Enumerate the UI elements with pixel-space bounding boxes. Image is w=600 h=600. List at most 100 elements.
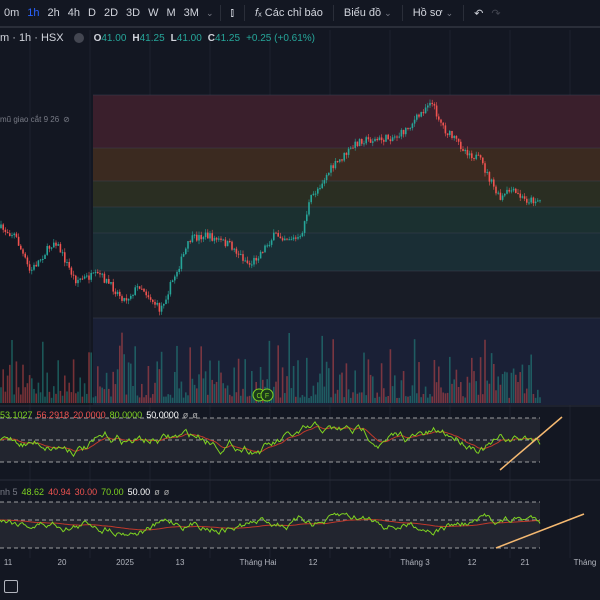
candle-body [420, 112, 422, 117]
candle-body [277, 232, 279, 237]
chart-menu-button[interactable]: Biểu đồ ⌄ [340, 7, 396, 19]
candle-body [449, 130, 451, 136]
volume-bar [488, 383, 491, 403]
volume-bar [521, 364, 524, 403]
volume-bar [539, 397, 541, 403]
candle-body [413, 119, 416, 124]
volume-bar [376, 392, 378, 403]
profile-menu-button[interactable]: Hồ sơ ⌄ [409, 7, 457, 19]
symbol-title[interactable]: m · 1h · HSX [0, 32, 64, 44]
candle-body [391, 137, 394, 142]
interval-4h[interactable]: 4h [64, 7, 84, 19]
undo-icon[interactable]: ↶ [470, 7, 487, 20]
eye-hidden-icon[interactable]: ⊘ [63, 115, 70, 124]
volume-bar [446, 392, 449, 403]
chevron-down-icon[interactable]: ⌄ [206, 8, 214, 19]
candle-body [174, 276, 176, 281]
volume-bar [119, 345, 121, 403]
volume-bar [202, 378, 205, 403]
volume-bar [490, 353, 493, 403]
candle-body [440, 119, 442, 123]
volume-bar [165, 396, 167, 403]
volume-bar [367, 359, 370, 403]
interval-M[interactable]: M [163, 7, 180, 19]
candle-body [455, 135, 458, 139]
volume-bar [435, 382, 438, 403]
candle-body [442, 122, 444, 126]
indicators-button[interactable]: fₓ Các chỉ báo [251, 7, 327, 19]
volume-bar [407, 396, 409, 403]
candle-body [240, 254, 242, 256]
time-axis-label: Tháng [573, 558, 597, 567]
volume-bar [147, 365, 150, 403]
candle-body [389, 139, 392, 142]
volume-bar [26, 383, 29, 403]
candle-body [383, 140, 385, 142]
volume-bar [229, 394, 231, 403]
candle-body [330, 165, 332, 173]
candle-body [90, 272, 92, 280]
candle-body [398, 136, 400, 138]
candle-body [482, 157, 484, 164]
candle-body [372, 141, 374, 143]
candle-body [244, 260, 246, 262]
volume-bar [68, 382, 70, 403]
symbol-legend: m · 1h · HSX O41.00 H41.25 L41.00 C41.25… [0, 32, 315, 44]
candle-body [290, 239, 293, 241]
candle-body [508, 189, 510, 192]
candle-body [79, 278, 81, 280]
candle-body [2, 224, 4, 230]
redo-icon[interactable]: ↷ [487, 7, 504, 20]
volume-bar [462, 396, 464, 403]
volume-bar [196, 388, 198, 403]
candle-body [424, 107, 427, 114]
candle-body [193, 234, 196, 236]
volume-bar [325, 361, 328, 403]
volume-bar [466, 376, 469, 403]
volume-bar [526, 388, 528, 403]
candle-body [534, 201, 537, 204]
volume-bar [460, 382, 462, 403]
time-axis-label: 12 [308, 558, 318, 567]
candle-body [341, 159, 343, 161]
go-to-date-icon[interactable] [4, 580, 18, 593]
volume-bar [519, 372, 521, 403]
volume-bar [424, 386, 427, 403]
time-axis-label: 21 [520, 558, 530, 567]
candle-body [292, 237, 295, 240]
time-axis: 11 20 2025 13 Tháng Hai 12 Tháng 3 12 21 Tháng [0, 558, 600, 574]
interval-D[interactable]: D [84, 7, 100, 19]
candle-body [317, 188, 319, 194]
volume-bar [385, 396, 387, 403]
candle-body [354, 141, 356, 148]
candle-body [136, 286, 139, 288]
volume-bar [504, 371, 506, 403]
fib-band [93, 181, 600, 207]
candle-type-icon[interactable]: ⫾ [227, 7, 239, 20]
volume-bar [277, 345, 279, 403]
volume-bar [464, 397, 466, 403]
interval-2D[interactable]: 2D [100, 7, 122, 19]
candle-body [350, 147, 352, 149]
candle-body [189, 241, 191, 243]
volume-bar [101, 387, 103, 403]
collapse-icon[interactable] [73, 33, 84, 43]
chart-canvas[interactable]: CF [0, 30, 600, 558]
candle-body [328, 172, 330, 175]
volume-bar [156, 361, 158, 403]
candle-body [160, 305, 163, 312]
candle-body [121, 296, 123, 301]
interval-W[interactable]: W [144, 7, 162, 19]
volume-bar [405, 396, 407, 403]
interval-3D[interactable]: 3D [122, 7, 144, 19]
interval-2h[interactable]: 2h [44, 7, 64, 19]
candle-body [495, 186, 497, 194]
interval-0m[interactable]: 0m [0, 7, 23, 19]
volume-bar [306, 357, 308, 403]
candle-body [438, 116, 440, 120]
interval-3M[interactable]: 3M [180, 7, 203, 19]
volume-bar [235, 392, 238, 403]
volume-bar [160, 351, 163, 403]
interval-1h[interactable]: 1h [23, 7, 43, 19]
candle-body [336, 161, 339, 163]
